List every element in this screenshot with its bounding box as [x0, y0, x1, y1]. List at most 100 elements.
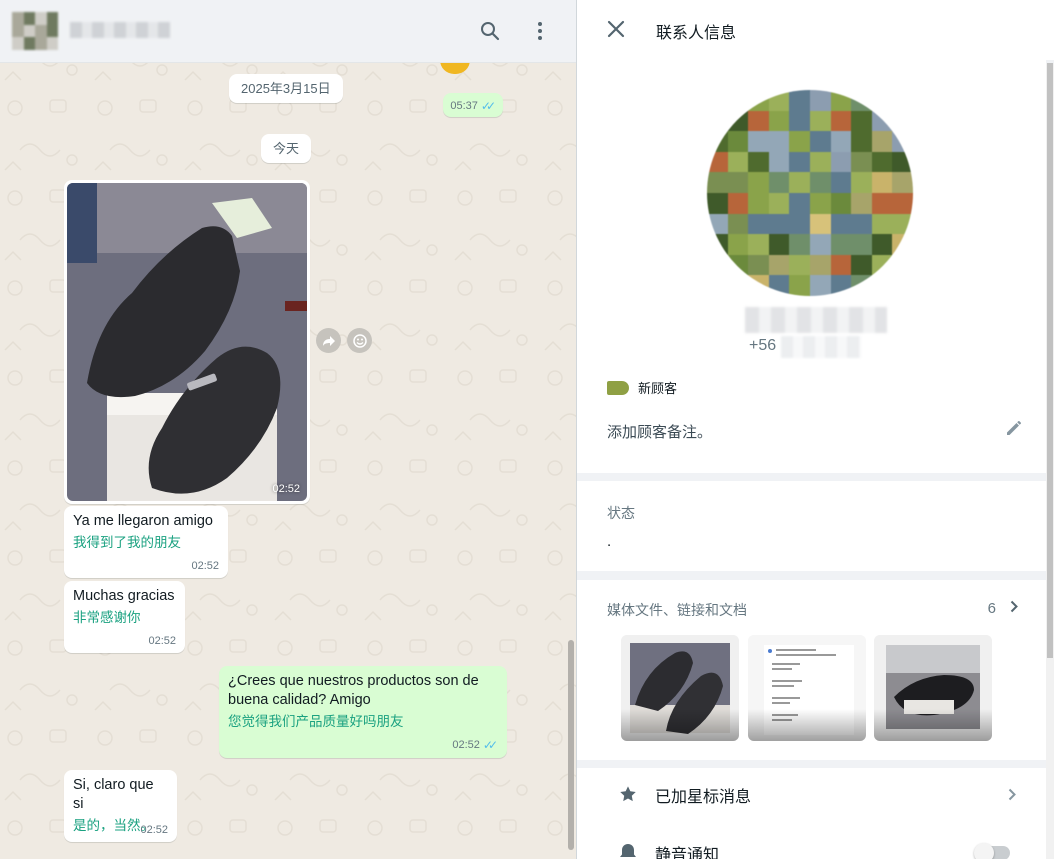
- avatar-pixel: [768, 172, 790, 193]
- emoji-react-icon[interactable]: [347, 328, 372, 353]
- avatar-pixel: [830, 254, 852, 276]
- message-text: Ya me llegaron amigo: [73, 513, 213, 529]
- avatar-pixel: [892, 193, 913, 214]
- mute-notifications-row[interactable]: 静音通知: [577, 826, 1046, 859]
- avatar-pixel: [871, 131, 893, 152]
- message-translation: 您觉得我们产品质量好吗朋友: [228, 714, 404, 729]
- avatar-pixel: [851, 151, 872, 173]
- search-icon[interactable]: [477, 18, 503, 44]
- read-receipt-icon: ✓✓: [482, 738, 498, 752]
- document-thumbnail[interactable]: [748, 635, 866, 741]
- contact-phone: +56: [749, 337, 777, 354]
- avatar-pixel: [871, 254, 893, 276]
- avatar-pixel: [727, 151, 749, 173]
- avatar-pixel: [892, 234, 913, 255]
- avatar-pixel: [768, 110, 790, 132]
- contact-info-panel: 联系人信息 +56 新顾客 添加顾客备注。 状态 . 媒体文件、链接和文档 6: [577, 0, 1054, 859]
- avatar-pixel: [727, 275, 749, 296]
- avatar-pixel: [789, 254, 810, 276]
- avatar-pixel: [707, 275, 728, 296]
- avatar-pixel: [707, 90, 728, 111]
- avatar-pixel: [871, 90, 893, 111]
- chat-scrollbar[interactable]: [568, 640, 574, 850]
- chat-header: [0, 0, 576, 63]
- edit-pencil-icon[interactable]: [1004, 418, 1026, 440]
- media-label[interactable]: 媒体文件、链接和文档: [607, 600, 747, 620]
- avatar-pixel: [871, 193, 893, 214]
- panel-title: 联系人信息: [656, 25, 737, 42]
- avatar-pixel: [789, 213, 810, 235]
- avatar-pixel: [892, 254, 913, 276]
- avatar-pixel: [727, 213, 749, 235]
- customer-note[interactable]: 添加顾客备注。: [607, 421, 712, 442]
- avatar-pixel: [871, 275, 893, 296]
- chat-pane: 05:37 ✓✓ 2025年3月15日 今天 02:52 Ya me llega…: [0, 0, 577, 859]
- media-thumbnail[interactable]: [874, 635, 992, 741]
- media-thumbnail[interactable]: [621, 635, 739, 741]
- avatar-pixel: [892, 172, 913, 193]
- avatar-pixel: [727, 193, 749, 214]
- avatar-pixel: [830, 90, 852, 111]
- contact-name-redacted: [745, 307, 887, 333]
- avatar-pixel: [707, 234, 728, 255]
- message-time: 02:52: [452, 739, 480, 751]
- avatar-pixel: [768, 234, 790, 255]
- avatar-pixel: [789, 172, 810, 193]
- avatar-pixel: [851, 254, 872, 276]
- close-icon[interactable]: [605, 18, 627, 40]
- starred-messages-label: 已加星标消息: [655, 789, 752, 806]
- message-bubble-incoming[interactable]: Muchas gracias 非常感谢你 02:52: [64, 581, 185, 653]
- avatar-pixel: [851, 234, 872, 255]
- avatar-pixel: [748, 213, 769, 235]
- avatar-pixel: [830, 193, 852, 214]
- avatar-pixel: [789, 131, 810, 152]
- message-bubble-incoming[interactable]: Si, claro que si 是的，当然。 02:52: [64, 770, 177, 842]
- contact-avatar[interactable]: [707, 90, 913, 296]
- chat-avatar[interactable]: [12, 12, 58, 50]
- customer-label[interactable]: 新顾客: [607, 378, 677, 397]
- chat-contact-name-redacted[interactable]: [70, 22, 170, 38]
- mute-notifications-label: 静音通知: [655, 847, 720, 859]
- avatar-pixel: [789, 193, 810, 214]
- avatar-pixel: [768, 213, 790, 235]
- avatar-pixel: [727, 110, 749, 132]
- read-receipt-icon: ✓✓: [480, 99, 496, 113]
- avatar-pixel: [892, 275, 913, 296]
- info-scrollbar[interactable]: [1046, 63, 1054, 859]
- bell-icon: [619, 843, 639, 859]
- forward-icon[interactable]: [316, 328, 341, 353]
- avatar-pixel: [768, 193, 790, 214]
- avatar-pixel: [851, 131, 872, 152]
- mute-toggle[interactable]: [974, 843, 1010, 859]
- image-message[interactable]: 02:52: [64, 180, 310, 504]
- avatar-pixel: [707, 110, 728, 132]
- avatar-pixel: [748, 90, 769, 111]
- avatar-pixel: [707, 213, 728, 235]
- avatar-pixel: [707, 254, 728, 276]
- avatar-pixel: [748, 110, 769, 132]
- contact-profile-section: +56 新顾客 添加顾客备注。: [577, 60, 1046, 473]
- more-options-icon[interactable]: [527, 18, 553, 44]
- avatar-pixel: [768, 151, 790, 173]
- message-list[interactable]: 05:37 ✓✓ 2025年3月15日 今天 02:52 Ya me llega…: [0, 58, 576, 859]
- avatar-pixel: [707, 193, 728, 214]
- avatar-pixel: [810, 151, 831, 173]
- avatar-pixel: [810, 131, 831, 152]
- message-bubble-outgoing[interactable]: 05:37 ✓✓: [443, 93, 503, 117]
- starred-messages-row[interactable]: 已加星标消息: [577, 768, 1046, 822]
- media-count-link[interactable]: 6: [988, 600, 1018, 617]
- avatar-pixel: [892, 151, 913, 173]
- avatar-pixel: [810, 172, 831, 193]
- media-section: 媒体文件、链接和文档 6: [577, 580, 1046, 760]
- avatar-pixel: [830, 234, 852, 255]
- message-text: ¿Crees que nuestros productos son de bue…: [228, 673, 479, 708]
- message-bubble-incoming[interactable]: Ya me llegaron amigo 我得到了我的朋友 02:52: [64, 506, 228, 578]
- avatar-pixel: [727, 254, 749, 276]
- shoe-photo[interactable]: [67, 183, 307, 501]
- avatar-pixel: [727, 172, 749, 193]
- avatar-pixel: [768, 131, 790, 152]
- message-bubble-outgoing[interactable]: ¿Crees que nuestros productos son de bue…: [219, 666, 507, 758]
- avatar-pixel: [830, 275, 852, 296]
- avatar-pixel: [768, 254, 790, 276]
- avatar-pixel: [851, 275, 872, 296]
